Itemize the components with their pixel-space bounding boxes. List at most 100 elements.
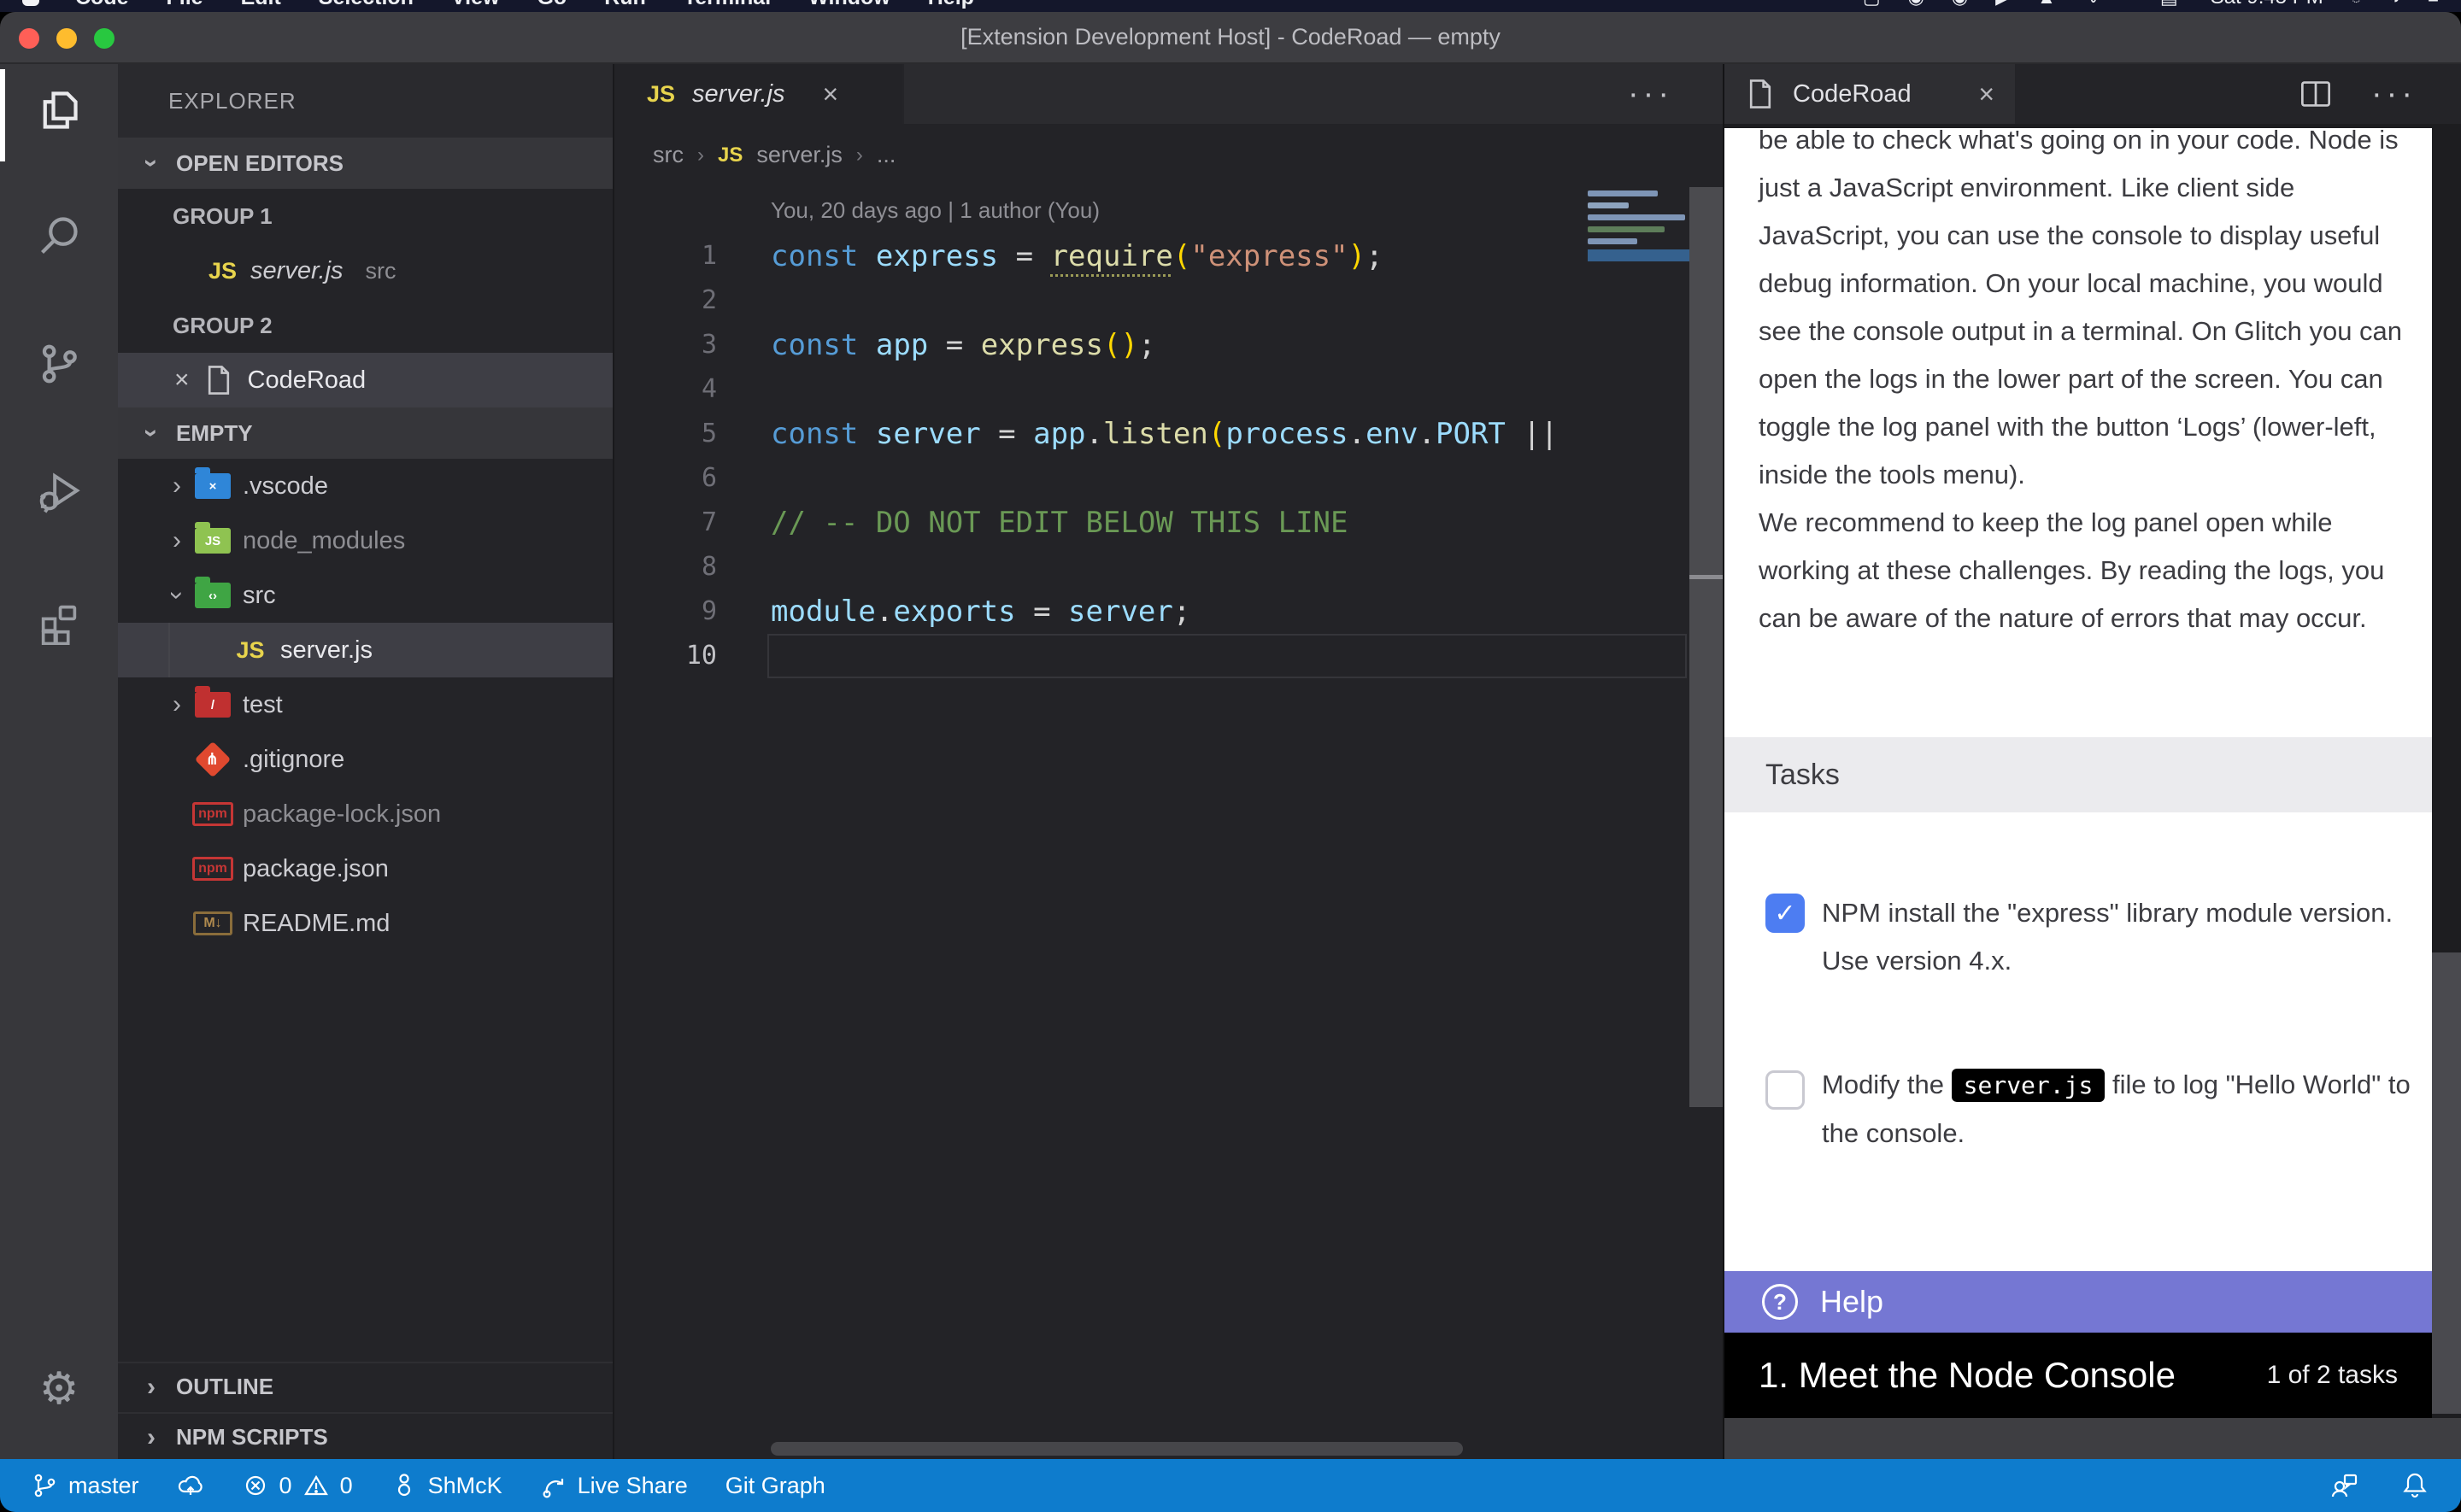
menu-file[interactable]: File (167, 0, 203, 10)
menubar-status-icon[interactable]: ▢ (1863, 0, 1881, 9)
menu-help[interactable]: Help (928, 0, 974, 10)
status-branch[interactable]: master (31, 1472, 139, 1499)
code-line-2[interactable]: 2 (614, 278, 1723, 323)
menu-code[interactable]: Code (75, 0, 129, 10)
traffic-light-maximize[interactable] (94, 28, 115, 49)
editor-more-actions[interactable]: ··· (1628, 64, 1673, 124)
close-icon[interactable]: × (1978, 79, 1994, 110)
code-line-3[interactable]: 3const app = express(); (614, 323, 1723, 367)
panel-scrollbar-track[interactable] (2432, 124, 2461, 1418)
traffic-light-close[interactable] (19, 28, 39, 49)
open-editors-header[interactable]: › OPEN EDITORS (118, 138, 613, 189)
tab-coderoad[interactable]: CodeRoad × (1724, 64, 2015, 124)
search-icon[interactable] (37, 214, 81, 258)
status-live-share[interactable]: Live Share (540, 1472, 688, 1499)
menubar-status-icon[interactable]: ∿ (2083, 0, 2099, 9)
tree-item-src[interactable]: ›‹›src (118, 568, 613, 623)
menubar-status-icon[interactable]: ▶ (1995, 0, 2010, 9)
npm-scripts-section-header[interactable]: › NPM SCRIPTS (118, 1412, 613, 1459)
js-file-icon: JS (226, 637, 275, 664)
split-editor-icon[interactable] (2299, 79, 2332, 109)
status-git-graph[interactable]: Git Graph (725, 1473, 825, 1499)
menu-window[interactable]: Window (808, 0, 890, 10)
close-icon[interactable]: × (823, 79, 839, 110)
lesson-footer[interactable]: 1. Meet the Node Console 1 of 2 tasks (1724, 1333, 2432, 1418)
apple-menu-icon[interactable] (22, 0, 39, 6)
menubar-clock[interactable]: Sat 9:45 PM (2211, 0, 2323, 9)
bell-icon[interactable] (2399, 1471, 2430, 1500)
menu-view[interactable]: View (451, 0, 500, 10)
menu-run[interactable]: Run (604, 0, 646, 10)
tree-item-package-lock-json[interactable]: npmpackage-lock.json (118, 787, 613, 841)
chevron-right-icon[interactable]: › (166, 473, 188, 499)
menu-edit[interactable]: Edit (241, 0, 281, 10)
panel-more-actions[interactable]: ··· (2371, 76, 2417, 113)
outline-section-header[interactable]: › OUTLINE (118, 1362, 613, 1410)
code-editor[interactable]: 1const express = require("express");23co… (614, 234, 1723, 678)
menubar-status-icon[interactable]: ◌ (2351, 0, 2362, 9)
code-line-10[interactable]: 10 (614, 634, 1723, 678)
code-line-1[interactable]: 1const express = require("express"); (614, 234, 1723, 278)
tree-item-node-modules[interactable]: ›JSnode_modules (118, 513, 613, 568)
chevron-right-icon[interactable]: › (166, 528, 188, 554)
status-shmck[interactable]: ShMcK (391, 1472, 502, 1499)
breadcrumb[interactable]: src › JS server.js › ... (614, 124, 1723, 186)
minimap-slider[interactable] (1588, 249, 1689, 261)
menubar-status-icon[interactable]: ≡ (2428, 0, 2439, 9)
code-line-8[interactable]: 8 (614, 545, 1723, 589)
code-line-6[interactable]: 6 (614, 456, 1723, 501)
menubar-trailing-icons: ◌ ◑ ≡ (2323, 0, 2439, 9)
settings-gear-icon[interactable]: ⚙ (37, 1367, 81, 1411)
tree-item--gitignore[interactable]: ⋔.gitignore (118, 732, 613, 787)
menubar-status-icon[interactable]: • (2126, 0, 2133, 9)
status-sync[interactable] (177, 1472, 204, 1499)
tab-serverjs[interactable]: JS server.js × (614, 64, 904, 124)
chevron-right-icon[interactable]: › (166, 692, 188, 718)
line-number: 1 (614, 234, 717, 278)
source-control-icon[interactable] (37, 342, 81, 386)
code-line-5[interactable]: 5const server = app.listen(process.env.P… (614, 412, 1723, 456)
menubar-status-icon[interactable]: ◉ (1908, 0, 1924, 9)
open-editor-item-coderoad[interactable]: × CodeRoad (118, 353, 613, 407)
person-icon (391, 1472, 418, 1499)
menu-terminal[interactable]: Terminal (684, 0, 771, 10)
minimap[interactable] (1588, 190, 1687, 250)
folder-section-header[interactable]: › EMPTY (118, 407, 613, 459)
codelens-annotation[interactable]: You, 20 days ago | 1 author (You) (771, 186, 1100, 234)
traffic-light-minimize[interactable] (56, 28, 77, 49)
status-problems[interactable]: 0 0 (242, 1472, 353, 1499)
feedback-icon[interactable] (2329, 1471, 2360, 1500)
panel-scrollbar-thumb[interactable] (2432, 952, 2461, 1414)
task1-checkbox-checked[interactable]: ✓ (1765, 894, 1805, 933)
horizontal-scrollbar[interactable] (771, 1442, 1463, 1456)
extensions-icon[interactable] (37, 601, 81, 645)
explorer-icon[interactable] (37, 88, 81, 132)
tree-item--vscode[interactable]: ›×.vscode (118, 459, 613, 513)
vscode-window: [Extension Development Host] - CodeRoad … (0, 12, 2461, 1512)
vertical-scrollbar[interactable] (1689, 187, 1724, 1107)
menubar-status-icon[interactable]: ▤ (2160, 0, 2178, 9)
menubar-status-icon[interactable]: ◉ (1952, 0, 1968, 9)
tree-item-package-json[interactable]: npmpackage.json (118, 841, 613, 896)
tree-item-server-js[interactable]: JSserver.js (118, 623, 613, 677)
chevron-down-icon[interactable]: › (164, 584, 190, 607)
desktop: Code File Edit Selection View Go Run Terminal Wi… (0, 0, 2461, 1512)
open-editor-item-serverjs[interactable]: JS server.js src (118, 243, 613, 298)
task2-checkbox-unchecked[interactable] (1765, 1070, 1805, 1110)
close-icon[interactable]: × (174, 366, 190, 395)
help-bar[interactable]: ? Help (1724, 1271, 2432, 1333)
status-bar: master 0 0 ShMcK Live Share Git Graph (0, 1459, 2461, 1512)
code-line-9[interactable]: 9module.exports = server; (614, 589, 1723, 634)
tree-item-test[interactable]: ›/test (118, 677, 613, 732)
titlebar[interactable]: [Extension Development Host] - CodeRoad … (0, 12, 2461, 64)
code-line-7[interactable]: 7// -- DO NOT EDIT BELOW THIS LINE (614, 501, 1723, 545)
menu-selection[interactable]: Selection (319, 0, 414, 10)
editor-tab-bar: JS server.js × ··· (614, 64, 1723, 124)
src-folder-icon: ‹› (188, 583, 238, 608)
menubar-status-icon[interactable]: ▲ (2037, 0, 2056, 9)
tree-item-readme-md[interactable]: M↓README.md (118, 896, 613, 951)
code-line-4[interactable]: 4 (614, 367, 1723, 412)
run-debug-icon[interactable] (37, 469, 81, 513)
menubar-status-icon[interactable]: ◑ (2389, 0, 2400, 9)
menu-go[interactable]: Go (537, 0, 567, 10)
